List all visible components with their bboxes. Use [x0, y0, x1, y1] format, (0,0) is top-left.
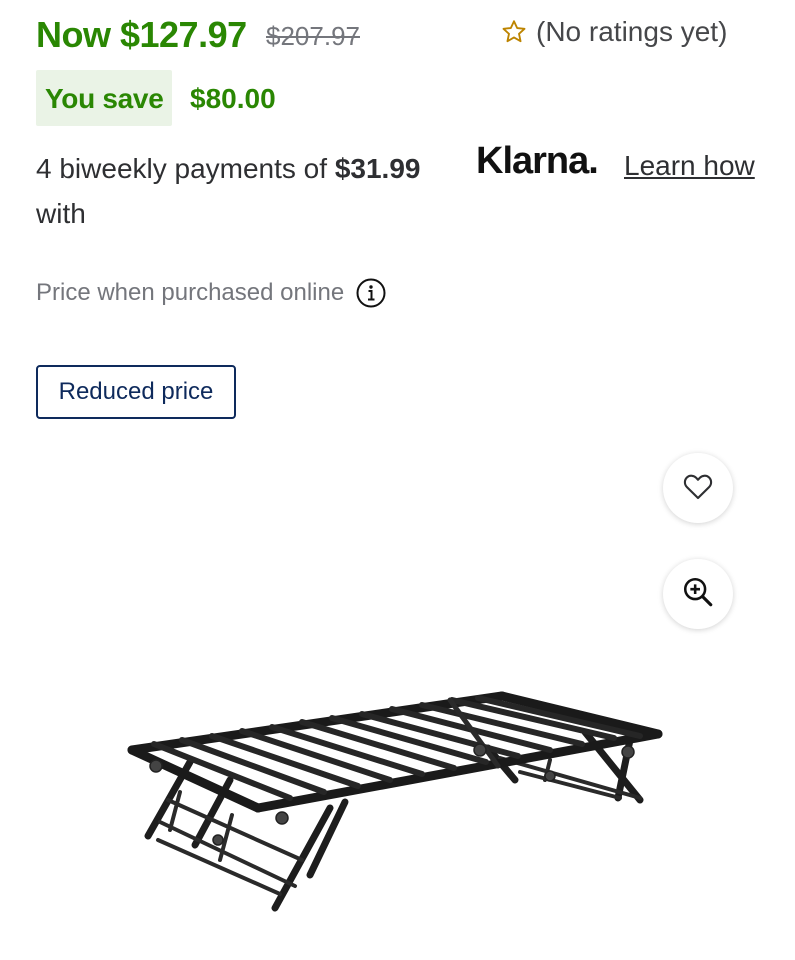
- heart-icon: [681, 469, 715, 508]
- online-price-note: Price when purchased online: [36, 278, 386, 308]
- installment-prefix: 4 biweekly payments of: [36, 153, 328, 184]
- product-image-bed-frame: [120, 680, 670, 920]
- star-outline-icon: [500, 18, 528, 46]
- rating-link[interactable]: (No ratings yet): [500, 14, 727, 50]
- zoom-in-icon: [681, 575, 715, 614]
- savings-label: You save: [45, 83, 164, 114]
- rating-text: (No ratings yet): [536, 16, 728, 47]
- learn-how-link[interactable]: Learn how: [624, 150, 755, 182]
- current-price: Now $127.97: [36, 14, 247, 55]
- installment-suffix: with: [36, 198, 86, 229]
- info-icon[interactable]: [356, 278, 386, 308]
- savings-amount: $80.00: [190, 83, 276, 114]
- favorite-button[interactable]: [663, 453, 733, 523]
- zoom-button[interactable]: [663, 559, 733, 629]
- installment-amount: $31.99: [334, 153, 421, 184]
- installment-info: 4 biweekly payments of $31.99 with: [36, 146, 466, 236]
- online-price-text: Price when purchased online: [36, 279, 345, 306]
- original-price: $207.97: [266, 21, 360, 51]
- klarna-logo: Klarna.: [476, 140, 599, 182]
- reduced-price-badge: Reduced price: [36, 365, 236, 419]
